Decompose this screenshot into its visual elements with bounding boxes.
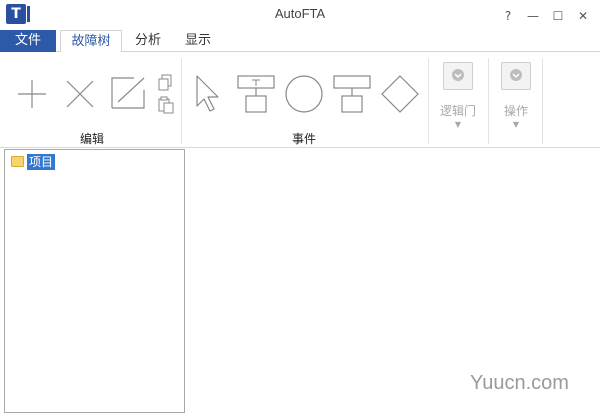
chevron-down-icon: ▼ <box>454 120 462 129</box>
tab-display[interactable]: 显示 <box>176 30 220 53</box>
ribbon-panel: 编辑 事件 逻辑门 ▼ 操作 ▼ <box>0 52 600 148</box>
ribbon-tabs: 文件 故障树 分析 显示 <box>0 30 600 53</box>
logic-gate-label: 逻辑门 <box>439 104 476 118</box>
tab-fault-tree[interactable]: 故障树 <box>60 30 122 53</box>
select-cursor-icon[interactable] <box>194 74 224 114</box>
add-icon[interactable] <box>16 78 48 110</box>
group-label-edit: 编辑 <box>79 132 104 146</box>
group-separator <box>428 58 429 144</box>
project-tree[interactable]: 项目 <box>4 149 185 413</box>
logic-gate-button[interactable]: 逻辑门 ▼ <box>440 56 476 129</box>
delete-icon[interactable] <box>64 78 96 110</box>
basic-event-icon[interactable] <box>284 74 324 114</box>
group-separator <box>488 58 489 144</box>
operation-button[interactable]: 操作 ▼ <box>498 56 534 129</box>
tab-analysis[interactable]: 分析 <box>126 30 170 53</box>
intermediate-event-icon[interactable] <box>332 74 372 114</box>
edit-icon[interactable] <box>110 76 148 110</box>
title-bar: T AutoFTA ? — ☐ ✕ <box>0 0 600 30</box>
watermark: Yuucn.com <box>470 372 569 394</box>
operation-label: 操作 <box>503 104 528 118</box>
minimize-button[interactable]: — <box>525 8 541 24</box>
group-separator <box>542 58 543 144</box>
operation-icon <box>510 69 522 81</box>
folder-icon <box>11 156 24 167</box>
group-label-event: 事件 <box>291 132 316 146</box>
paste-icon[interactable] <box>158 96 174 114</box>
chevron-down-icon: ▼ <box>512 120 520 129</box>
logic-gate-icon <box>452 69 464 81</box>
group-separator <box>181 58 182 144</box>
copy-icon[interactable] <box>158 74 174 92</box>
tree-item-label: 项目 <box>27 154 56 170</box>
top-event-icon[interactable] <box>236 74 276 114</box>
close-button[interactable]: ✕ <box>575 8 591 24</box>
help-button[interactable]: ? <box>500 8 516 24</box>
undeveloped-event-icon[interactable] <box>380 74 420 114</box>
maximize-button[interactable]: ☐ <box>550 8 566 24</box>
tab-file[interactable]: 文件 <box>0 30 56 52</box>
